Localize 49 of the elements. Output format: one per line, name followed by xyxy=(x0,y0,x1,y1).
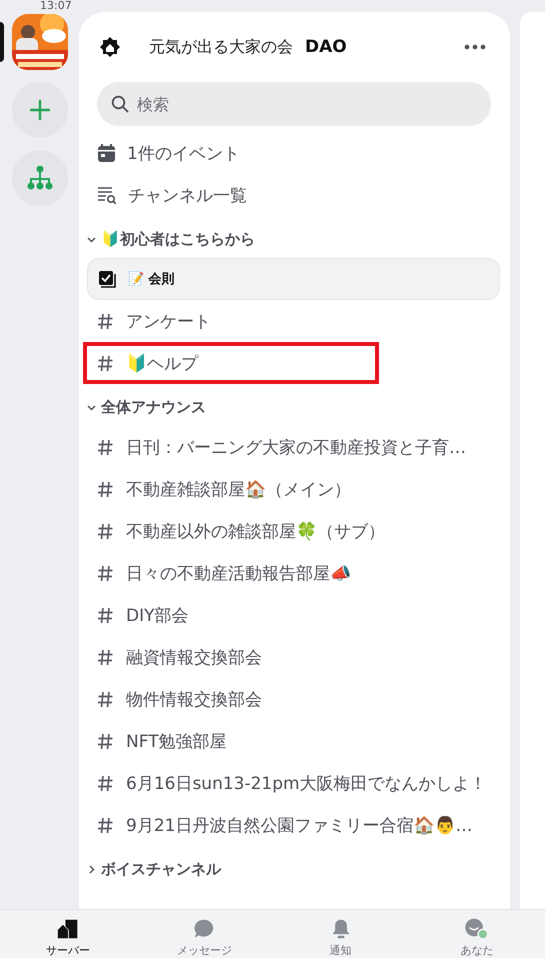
shortcut-item[interactable]: チャンネル一覧 xyxy=(87,174,500,216)
search-field[interactable]: 検索 xyxy=(97,82,491,126)
channel-item[interactable]: 日刊：バーニング大家の不動産投資と子育… xyxy=(87,426,500,468)
chevron-icon xyxy=(87,234,96,244)
hash-icon xyxy=(97,732,114,750)
server-name-suffix[interactable]: DAO xyxy=(305,37,347,57)
category-header[interactable]: 🔰初心者はこちらから xyxy=(87,220,500,258)
channel-item[interactable]: DIY部会 xyxy=(87,594,500,636)
shortcut-item[interactable]: 1件のイベント xyxy=(87,132,500,174)
channel-item[interactable]: NFT勉強部屋 xyxy=(87,720,500,762)
hash-icon xyxy=(97,522,114,540)
channel-item[interactable]: 物件情報交換部会 xyxy=(87,678,500,720)
category-header[interactable]: ボイスチャンネル xyxy=(87,850,500,888)
nav-tab[interactable]: メッセージ xyxy=(136,910,272,958)
channel-item[interactable]: アンケート xyxy=(87,300,500,342)
chevron-icon xyxy=(87,402,96,412)
checklist-icon xyxy=(98,270,116,288)
hash-icon xyxy=(97,480,114,498)
server-icon[interactable] xyxy=(12,14,68,70)
channel-item[interactable]: 融資情報交換部会 xyxy=(87,636,500,678)
list-search-icon xyxy=(97,186,117,204)
category-header[interactable]: 全体アナウンス xyxy=(87,388,500,426)
channel-item[interactable]: 🔰ヘルプ xyxy=(83,342,379,384)
status-time: 13:07 xyxy=(40,0,73,12)
hash-icon xyxy=(97,648,114,666)
channel-item[interactable]: 日々の不動産活動報告部屋📣 xyxy=(87,552,500,594)
hash-icon xyxy=(97,438,114,456)
server-name[interactable]: 元気が出る大家の会 xyxy=(149,36,293,58)
channel-item[interactable]: 📝 会則 xyxy=(87,258,500,300)
hash-icon xyxy=(97,354,114,372)
hierarchy-icon xyxy=(26,166,52,190)
channel-item[interactable]: 6月16日sun13-21pm大阪梅田でなんかしよ！ xyxy=(87,762,500,804)
hash-icon xyxy=(97,774,114,792)
chevron-icon xyxy=(87,864,96,874)
nav-tab[interactable]: あなた xyxy=(408,910,545,958)
nav-tab[interactable]: サーバー xyxy=(0,910,136,958)
plus-icon xyxy=(28,99,50,121)
hash-icon xyxy=(97,564,114,582)
channel-item[interactable]: 9月21日丹波自然公園ファミリー合宿🏠👨… xyxy=(87,804,500,846)
hash-icon xyxy=(97,312,114,330)
server-badge-icon[interactable] xyxy=(99,36,121,58)
hash-icon xyxy=(97,690,114,708)
channel-item[interactable]: 不動産雑談部屋🏠（メイン） xyxy=(87,468,500,510)
nav-tab[interactable]: 通知 xyxy=(272,910,409,958)
channel-item[interactable]: 不動産以外の雑談部屋🍀（サブ） xyxy=(87,510,500,552)
hash-icon xyxy=(97,816,114,834)
calendar-icon xyxy=(97,144,116,162)
hash-icon xyxy=(97,606,114,624)
more-icon[interactable] xyxy=(464,44,486,50)
